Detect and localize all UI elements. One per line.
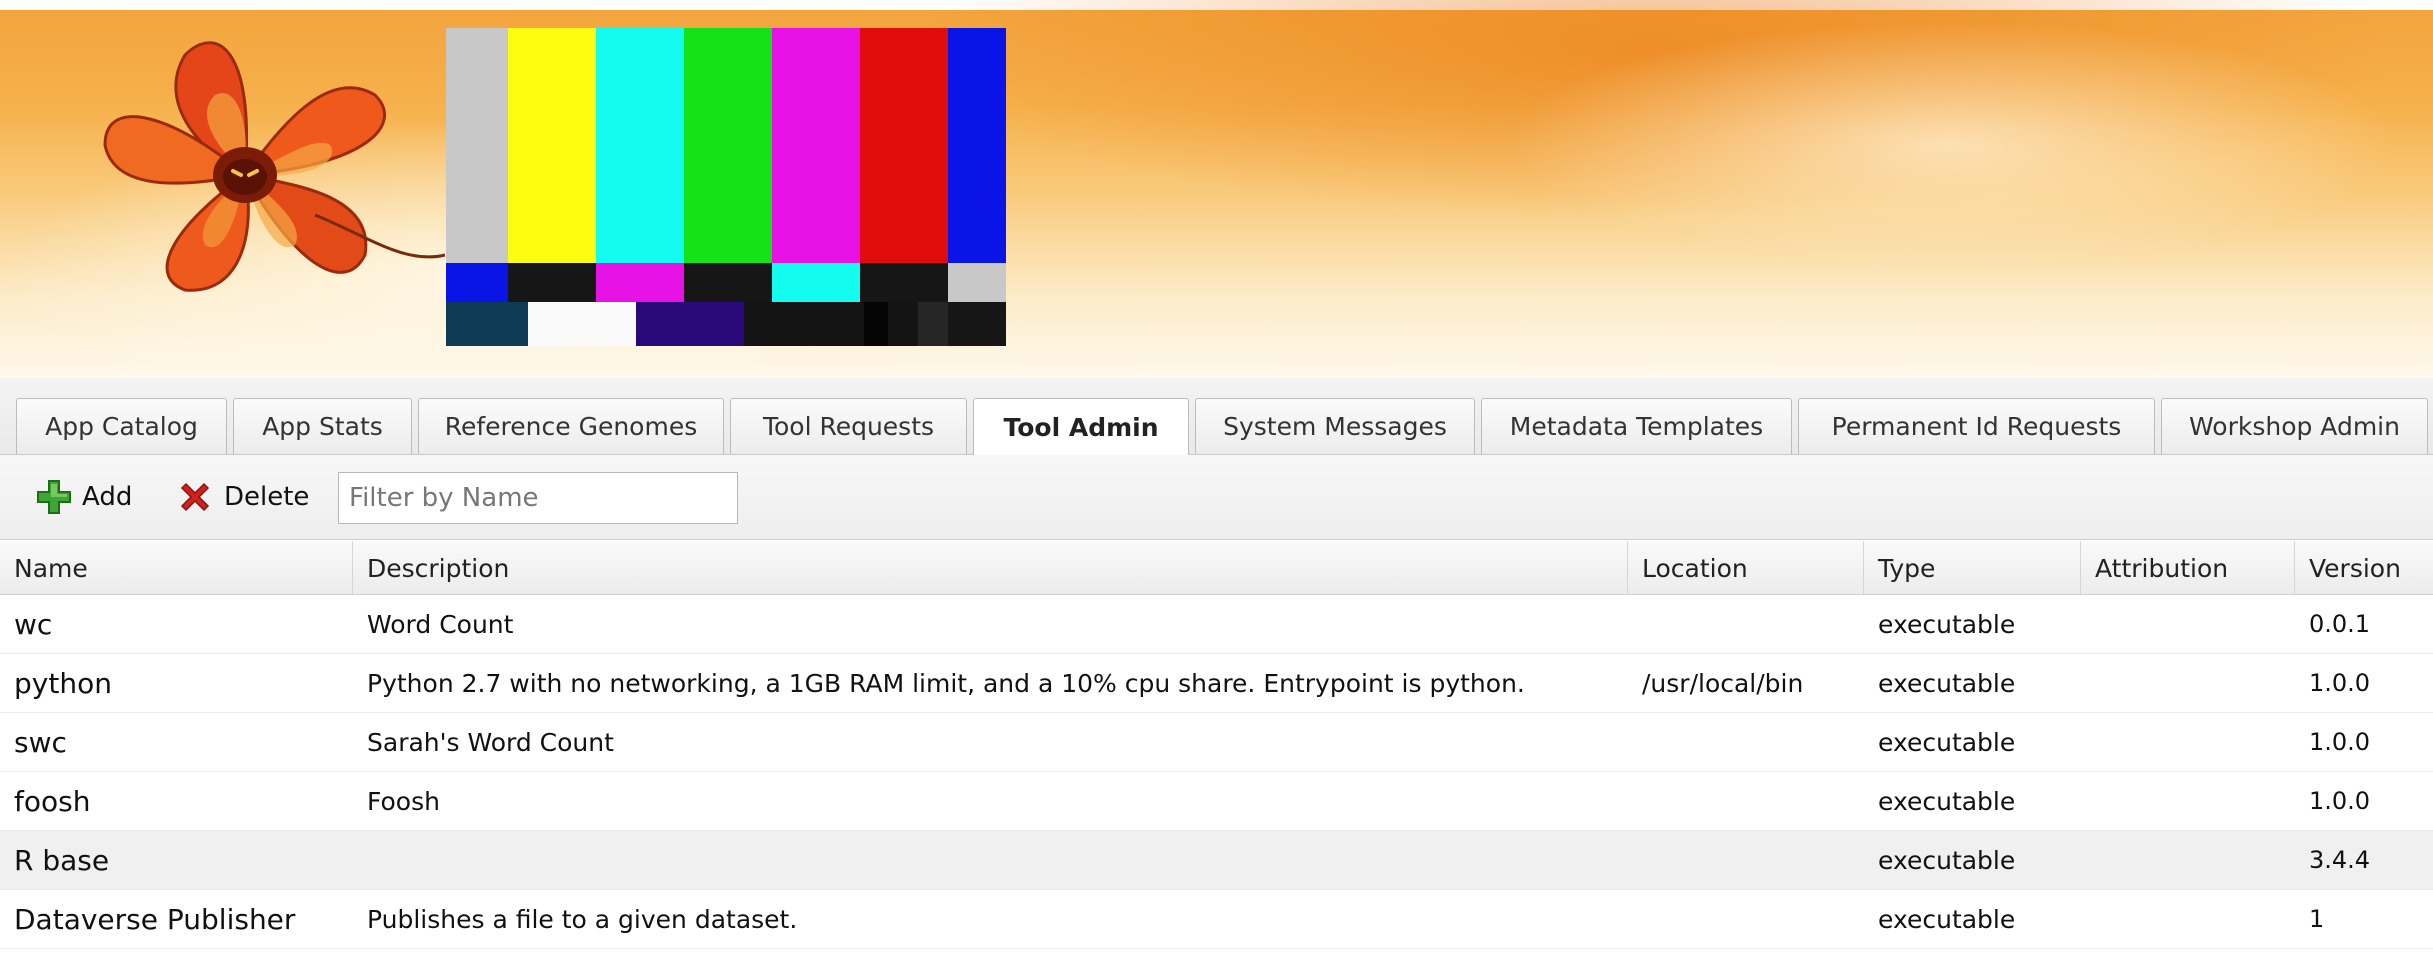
cell-type: executable [1878,609,2016,639]
tab-metadata-templates[interactable]: Metadata Templates [1481,398,1792,454]
cell-version: 1.0.0 [2309,728,2371,756]
cell-version: 1.0.0 [2309,787,2371,815]
column-header-name[interactable]: Name [0,541,353,595]
table-row[interactable]: swc Sarah's Word Count executable 1.0.0 [0,713,2433,772]
cell-name: foosh [14,784,91,818]
cell-description: Word Count [367,609,514,639]
column-header-attribution[interactable]: Attribution [2081,541,2295,595]
color-bars-image [446,28,1006,346]
cell-location [1628,890,1864,948]
cell-attribution [2081,654,2295,712]
column-header-type[interactable]: Type [1864,541,2081,595]
header-banner [0,0,2433,378]
table-row[interactable]: R base executable 3.4.4 [0,831,2433,890]
add-button-label: Add [82,482,133,512]
tab-system-messages[interactable]: System Messages [1195,398,1475,454]
cell-version: 3.4.4 [2309,846,2371,874]
tools-grid-body: wc Word Count executable 0.0.1 python Py… [0,595,2433,967]
admin-tab-strip: App Catalog App Stats Reference Genomes … [0,378,2433,456]
cell-type: executable [1878,727,2016,757]
app-root: App Catalog App Stats Reference Genomes … [0,0,2433,967]
cell-description: Sarah's Word Count [367,727,614,757]
table-row[interactable]: Dataverse Publisher Publishes a file to … [0,890,2433,949]
column-header-description[interactable]: Description [353,541,1628,595]
column-header-version[interactable]: Version [2295,541,2433,595]
cell-type: executable [1878,845,2016,875]
cell-attribution [2081,890,2295,948]
filter-by-name-input[interactable] [338,472,738,524]
tab-app-stats[interactable]: App Stats [233,398,412,454]
cell-name: python [14,666,112,700]
cell-version: 1.0.0 [2309,669,2371,697]
cell-attribution [2081,713,2295,771]
add-button[interactable]: Add [36,475,132,519]
cell-location: /usr/local/bin [1642,668,1804,698]
cell-description [353,831,1628,889]
cell-name: wc [14,607,53,641]
cell-type: executable [1878,786,2016,816]
table-row[interactable]: python Python 2.7 with no networking, a … [0,654,2433,713]
cell-attribution [2081,595,2295,653]
tab-reference-genomes[interactable]: Reference Genomes [418,398,724,454]
table-row[interactable]: foosh Foosh executable 1.0.0 [0,772,2433,831]
delete-button[interactable]: Delete [176,475,309,519]
cell-description: Publishes a file to a given dataset. [367,904,798,934]
plus-icon [37,480,71,514]
cell-location [1628,595,1864,653]
cell-attribution [2081,831,2295,889]
cell-description: Python 2.7 with no networking, a 1GB RAM… [367,668,1525,698]
table-row[interactable]: wc Word Count executable 0.0.1 [0,595,2433,654]
banner-glow-light [1500,20,2400,270]
cell-location [1628,772,1864,830]
tool-admin-toolbar: Add Delete [0,455,2433,540]
cell-type: executable [1878,668,2016,698]
delete-button-label: Delete [224,482,310,512]
tab-workshop-admin[interactable]: Workshop Admin [2161,398,2428,454]
cell-location [1628,713,1864,771]
cell-description: Foosh [367,786,440,816]
cell-type: executable [1878,904,2016,934]
cell-attribution [2081,772,2295,830]
tab-tool-requests[interactable]: Tool Requests [730,398,967,454]
cell-name: swc [14,725,67,759]
cell-version: 1 [2309,905,2325,933]
tools-grid-header: Name Description Location Type Attributi… [0,541,2433,595]
cell-location [1628,831,1864,889]
cell-version: 0.0.1 [2309,610,2371,638]
tab-permanent-id-requests[interactable]: Permanent Id Requests [1798,398,2155,454]
x-icon [180,482,210,512]
cell-name: R base [14,843,110,877]
column-header-location[interactable]: Location [1628,541,1864,595]
cell-name: Dataverse Publisher [14,902,296,936]
flower-logo [103,41,446,292]
tab-tool-admin[interactable]: Tool Admin [973,398,1189,456]
tab-app-catalog[interactable]: App Catalog [16,398,227,454]
